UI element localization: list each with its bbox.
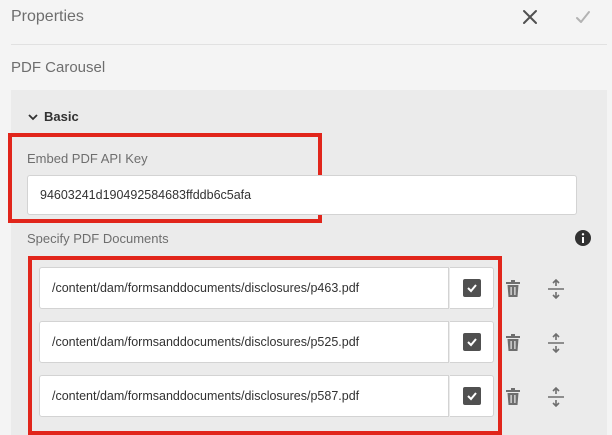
document-checkbox[interactable] <box>450 321 494 363</box>
checkmark-icon <box>466 392 477 401</box>
api-key-label: Embed PDF API Key <box>27 151 148 166</box>
checkbox-checked <box>462 387 481 405</box>
close-button[interactable] <box>517 4 543 30</box>
reorder-handle[interactable] <box>545 332 567 354</box>
info-icon <box>575 230 591 246</box>
reorder-handle[interactable] <box>545 386 567 408</box>
checkmark-icon <box>576 11 590 23</box>
drag-handle-icon <box>548 333 564 353</box>
delete-button[interactable] <box>502 386 524 408</box>
document-path-value: /content/dam/formsanddocuments/disclosur… <box>52 281 360 295</box>
trash-icon <box>506 388 520 405</box>
reorder-handle[interactable] <box>545 278 567 300</box>
checkmark-icon <box>466 338 477 347</box>
drag-handle-icon <box>548 387 564 407</box>
checkbox-checked <box>462 333 481 351</box>
delete-button[interactable] <box>502 278 524 300</box>
document-path-input[interactable]: /content/dam/formsanddocuments/disclosur… <box>39 321 449 363</box>
component-name: PDF Carousel <box>11 59 106 76</box>
drag-handle-icon <box>548 279 564 299</box>
delete-button[interactable] <box>502 332 524 354</box>
chevron-down-icon <box>28 113 38 120</box>
document-checkbox[interactable] <box>450 267 494 309</box>
document-path-value: /content/dam/formsanddocuments/disclosur… <box>52 389 360 403</box>
api-key-input[interactable]: 94603241d190492584683ffddb6c5afa <box>27 175 577 215</box>
panel-title: Properties <box>11 8 84 25</box>
section-basic-toggle[interactable]: Basic <box>28 109 79 124</box>
trash-icon <box>506 280 520 297</box>
document-path-value: /content/dam/formsanddocuments/disclosur… <box>52 335 360 349</box>
document-path-input[interactable]: /content/dam/formsanddocuments/disclosur… <box>39 375 449 417</box>
info-button[interactable] <box>575 230 591 251</box>
document-checkbox[interactable] <box>450 375 494 417</box>
close-icon <box>523 10 537 24</box>
confirm-button[interactable] <box>570 4 596 30</box>
section-label: Basic <box>44 109 79 124</box>
documents-label: Specify PDF Documents <box>27 231 169 246</box>
trash-icon <box>506 334 520 351</box>
header-divider <box>11 44 607 45</box>
api-key-value: 94603241d190492584683ffddb6c5afa <box>40 188 252 202</box>
checkbox-checked <box>462 279 481 297</box>
checkmark-icon <box>466 284 477 293</box>
document-path-input[interactable]: /content/dam/formsanddocuments/disclosur… <box>39 267 449 309</box>
